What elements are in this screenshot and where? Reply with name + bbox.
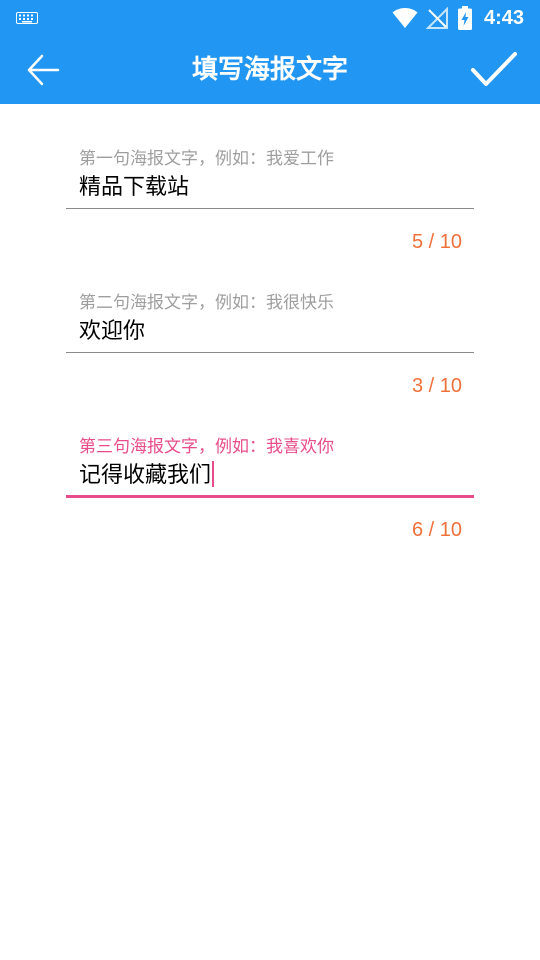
field-3-hint: 第三句海报文字，例如：我喜欢你 [79, 437, 334, 457]
field-2-underline [66, 352, 474, 353]
field-2-hint: 第二句海报文字，例如：我很快乐 [79, 293, 334, 313]
keyboard-icon [16, 12, 38, 24]
field-1-underline [66, 208, 474, 209]
app-bar: 填写海报文字 [0, 36, 540, 104]
field-1-input[interactable]: 精品下载站 [79, 172, 474, 204]
arrow-left-icon [27, 54, 60, 86]
status-time: 4:43 [484, 7, 525, 29]
field-3-underline [66, 495, 474, 498]
field-2-input[interactable]: 欢迎你 [79, 316, 474, 348]
field-3-input[interactable]: 记得收藏我们 [79, 460, 474, 492]
field-3-input-text: 记得收藏我们 [79, 463, 212, 488]
field-1-counter: 5 / 10 [411, 231, 462, 253]
back-button[interactable] [18, 48, 72, 92]
check-icon [471, 52, 517, 86]
poster-text-screen: 4:43 填写海报文字 第一句海报文字，例如：我爱工作 精品下载站 5 / 10… [0, 0, 540, 960]
no-signal-icon [426, 7, 448, 29]
status-bar: 4:43 [0, 0, 540, 36]
text-field-3[interactable]: 第三句海报文字，例如：我喜欢你 记得收藏我们 [66, 436, 474, 502]
page-title: 填写海报文字 [191, 55, 348, 85]
text-field-2[interactable]: 第二句海报文字，例如：我很快乐 欢迎你 [66, 292, 474, 358]
confirm-button[interactable] [466, 46, 524, 94]
field-2-counter: 3 / 10 [411, 375, 462, 397]
field-1-hint: 第一句海报文字，例如：我爱工作 [79, 149, 334, 169]
field-3-counter: 6 / 10 [411, 519, 462, 541]
wifi-icon [392, 8, 418, 28]
battery-charging-icon [458, 6, 472, 30]
text-cursor [212, 461, 215, 487]
text-field-1[interactable]: 第一句海报文字，例如：我爱工作 精品下载站 [66, 148, 474, 214]
